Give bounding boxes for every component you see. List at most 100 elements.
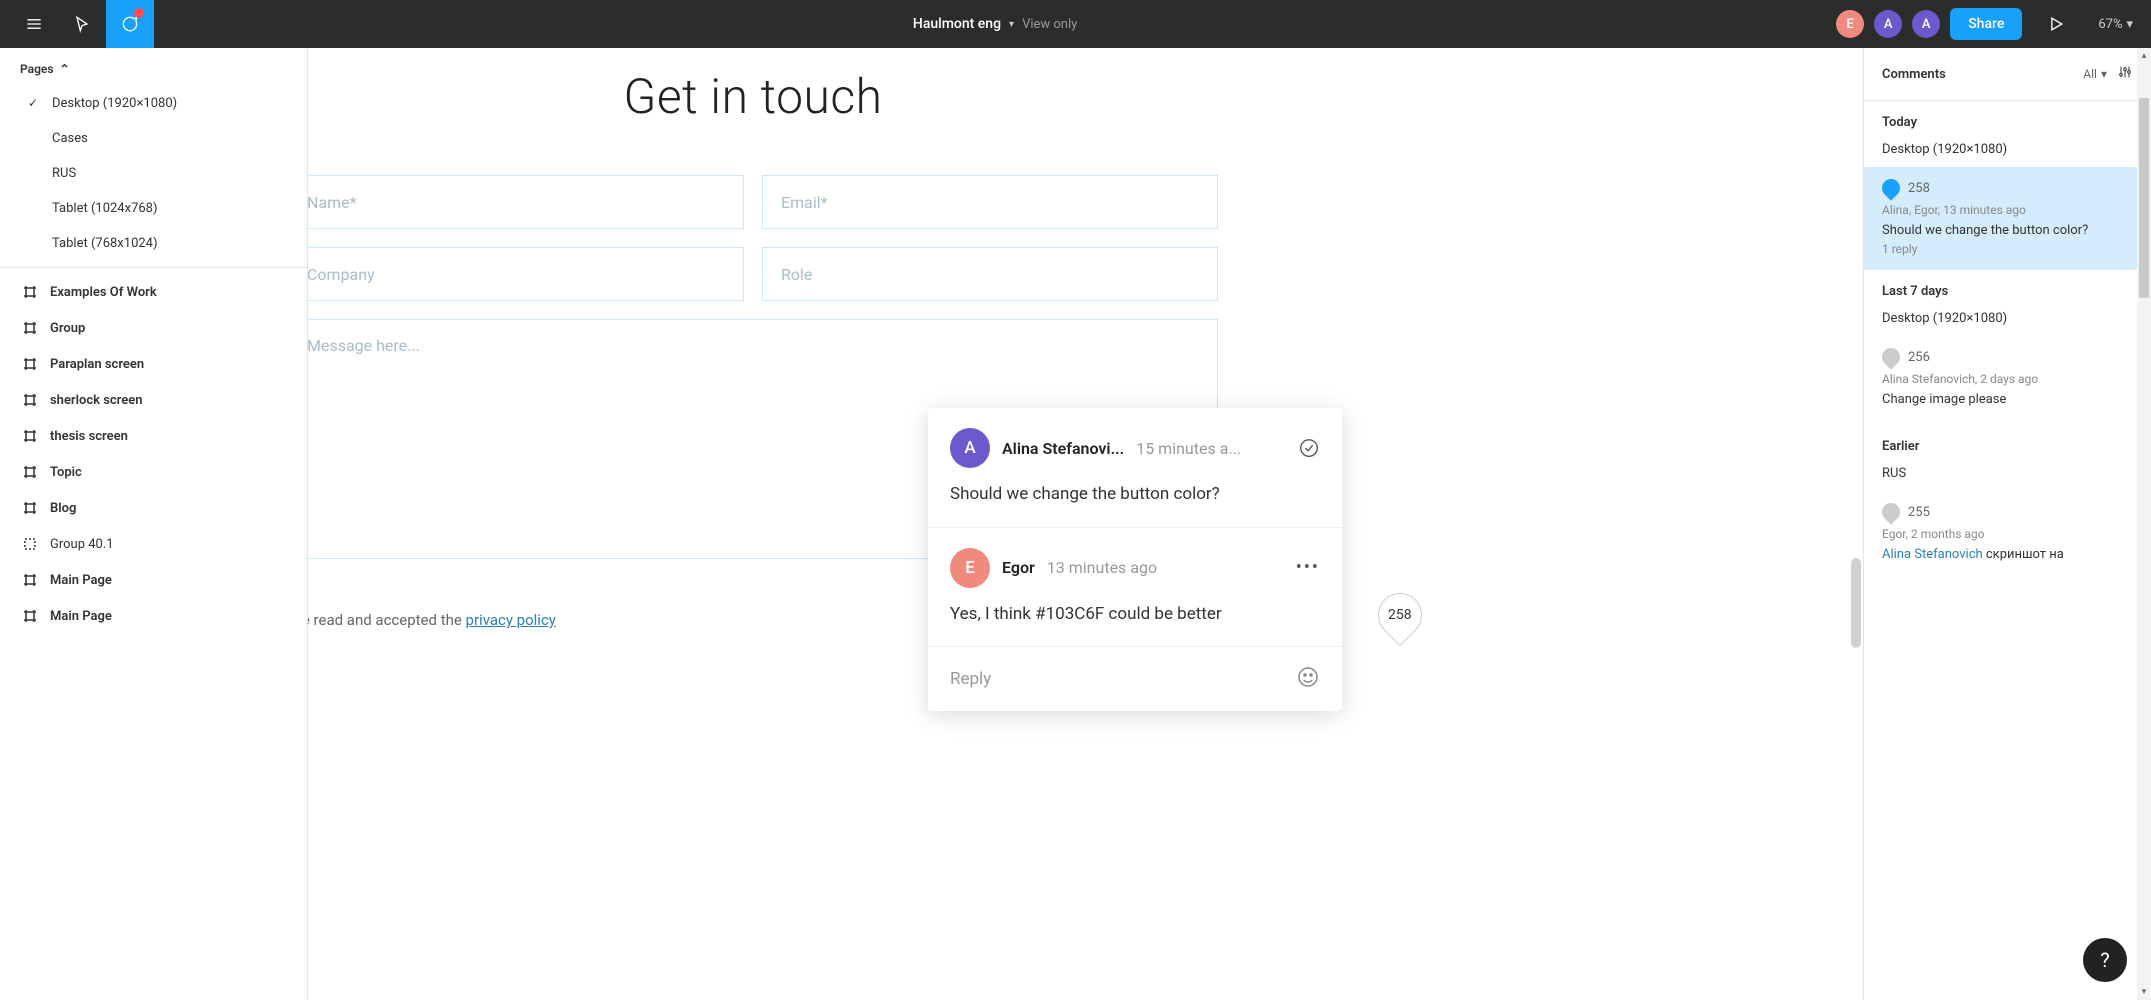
comment-summary[interactable]: 258 Alina, Egor, 13 minutes ago Should w… xyxy=(1864,167,2151,270)
scrollbar-track[interactable]: ▴ ▾ xyxy=(2137,48,2151,1000)
frame-icon xyxy=(22,500,38,516)
layer-item[interactable]: Group xyxy=(0,310,307,346)
page-item[interactable]: Cases xyxy=(0,121,307,156)
comments-tool-icon[interactable] xyxy=(106,0,154,48)
layer-item[interactable]: thesis screen xyxy=(0,418,307,454)
layer-item[interactable]: Main Page xyxy=(0,562,307,598)
mention-link[interactable]: Alina Stefanovich xyxy=(1882,547,1983,562)
share-button[interactable]: Share xyxy=(1950,8,2022,40)
layer-name: Group 40.1 xyxy=(50,537,114,552)
scroll-down-icon[interactable]: ▾ xyxy=(2139,986,2149,998)
comment-time: 13 minutes ago xyxy=(1047,558,1284,577)
layer-item[interactable]: Topic xyxy=(0,454,307,490)
privacy-link[interactable]: privacy policy xyxy=(466,611,556,629)
frame-icon xyxy=(22,464,38,480)
comment-thread-popover: A Alina Stefanovi... 15 minutes a... Sho… xyxy=(928,408,1342,711)
frame-icon xyxy=(22,320,38,336)
comment-pin[interactable]: 258 xyxy=(1369,584,1431,646)
comment-body: Should we change the button color? xyxy=(950,482,1320,507)
pin-icon xyxy=(1878,499,1903,524)
form-row xyxy=(308,175,1218,229)
settings-icon[interactable] xyxy=(2117,64,2133,84)
more-options-icon[interactable]: ••• xyxy=(1296,557,1320,578)
pages-header[interactable]: Pages ⌃ xyxy=(0,48,307,86)
emoji-icon[interactable] xyxy=(1296,665,1320,693)
comment-pin-row: 258 xyxy=(1882,179,2133,197)
page-item[interactable]: Tablet (1024x768) xyxy=(0,191,307,226)
canvas-scrollbar-thumb[interactable] xyxy=(1851,558,1861,648)
scrollbar-thumb[interactable] xyxy=(2139,98,2149,298)
notification-dot xyxy=(134,8,144,18)
page-item[interactable]: RUS xyxy=(0,156,307,191)
chevron-down-icon[interactable]: ▾ xyxy=(1009,19,1014,30)
frame-icon xyxy=(22,428,38,444)
comment-author: Egor xyxy=(1002,558,1035,577)
reply-input[interactable] xyxy=(950,669,1296,689)
layer-name: Main Page xyxy=(50,609,112,624)
chevron-up-icon: ⌃ xyxy=(60,62,70,76)
comment-page-name: RUS xyxy=(1864,462,2151,491)
top-toolbar: Haulmont eng ▾ View only E A A Share 67%… xyxy=(0,0,2151,48)
pin-icon xyxy=(1878,175,1903,200)
toolbar-left xyxy=(10,0,154,48)
role-field[interactable] xyxy=(762,247,1218,301)
layers-list: Examples Of Work Group Paraplan screen s… xyxy=(0,274,307,634)
pin-number: 256 xyxy=(1908,350,1930,365)
comment-text: Should we change the button color? xyxy=(1882,223,2133,238)
main-area: Pages ⌃ Desktop (1920×1080) Cases RUS Ta… xyxy=(0,48,2151,1000)
comment-meta: Alina Stefanovich, 2 days ago xyxy=(1882,372,2133,386)
pages-label: Pages xyxy=(20,62,54,76)
avatar[interactable]: A xyxy=(1912,10,1940,38)
file-name[interactable]: Haulmont eng xyxy=(913,16,1001,32)
move-tool-icon[interactable] xyxy=(58,0,106,48)
layer-name: Topic xyxy=(50,465,82,480)
page-item[interactable]: Desktop (1920×1080) xyxy=(0,86,307,121)
layer-item[interactable]: sherlock screen xyxy=(0,382,307,418)
frame-icon xyxy=(22,572,38,588)
section-last7: Last 7 days xyxy=(1864,270,2151,307)
layer-item[interactable]: Group 40.1 xyxy=(0,526,307,562)
present-icon[interactable] xyxy=(2032,0,2080,48)
resolve-icon[interactable] xyxy=(1298,437,1320,459)
page-item[interactable]: Tablet (768x1024) xyxy=(0,226,307,261)
layer-name: Examples Of Work xyxy=(50,285,157,300)
pin-number: 255 xyxy=(1908,505,1930,520)
company-field[interactable] xyxy=(308,247,744,301)
layer-item[interactable]: Paraplan screen xyxy=(0,346,307,382)
zoom-control[interactable]: 67% ▾ xyxy=(2090,17,2141,32)
divider xyxy=(0,267,307,268)
reply-row xyxy=(928,647,1342,711)
pin-number: 258 xyxy=(1388,607,1412,623)
pin-icon xyxy=(1878,344,1903,369)
right-panel: Comments All▾ Today Desktop (1920×1080) … xyxy=(1863,48,2151,1000)
frame-icon xyxy=(22,608,38,624)
avatar[interactable]: A xyxy=(1874,10,1902,38)
canvas[interactable]: Get in touch I've read and accepted the … xyxy=(308,48,1863,1000)
comment-text: Change image please xyxy=(1882,392,2133,407)
zoom-value: 67% xyxy=(2098,17,2122,32)
comment-summary[interactable]: 256 Alina Stefanovich, 2 days ago Change… xyxy=(1864,336,2151,425)
chevron-down-icon: ▾ xyxy=(2101,67,2107,81)
filter-dropdown[interactable]: All▾ xyxy=(2083,67,2107,81)
chevron-down-icon: ▾ xyxy=(2126,17,2133,32)
comment-author: Alina Stefanovi... xyxy=(1002,439,1124,458)
group-icon xyxy=(22,536,38,552)
layer-item[interactable]: Examples Of Work xyxy=(0,274,307,310)
left-panel: Pages ⌃ Desktop (1920×1080) Cases RUS Ta… xyxy=(0,48,308,1000)
form-row xyxy=(308,247,1218,301)
pages-list: Desktop (1920×1080) Cases RUS Tablet (10… xyxy=(0,86,307,261)
hamburger-menu-icon[interactable] xyxy=(10,0,58,48)
layer-item[interactable]: Blog xyxy=(0,490,307,526)
comment-summary[interactable]: 255 Egor, 2 months ago Alina Stefanovich… xyxy=(1864,491,2151,580)
layer-name: sherlock screen xyxy=(50,393,143,408)
layer-name: thesis screen xyxy=(50,429,128,444)
avatar[interactable]: E xyxy=(1836,10,1864,38)
email-field[interactable] xyxy=(762,175,1218,229)
layer-item[interactable]: Main Page xyxy=(0,598,307,634)
comment-item: A Alina Stefanovi... 15 minutes a... Sho… xyxy=(928,408,1342,528)
scroll-up-icon[interactable]: ▴ xyxy=(2139,50,2149,62)
help-button[interactable]: ? xyxy=(2083,938,2127,982)
name-field[interactable] xyxy=(308,175,744,229)
comment-meta: Egor, 2 months ago xyxy=(1882,527,2133,541)
comment-suffix: скриншот на xyxy=(1983,547,2064,562)
